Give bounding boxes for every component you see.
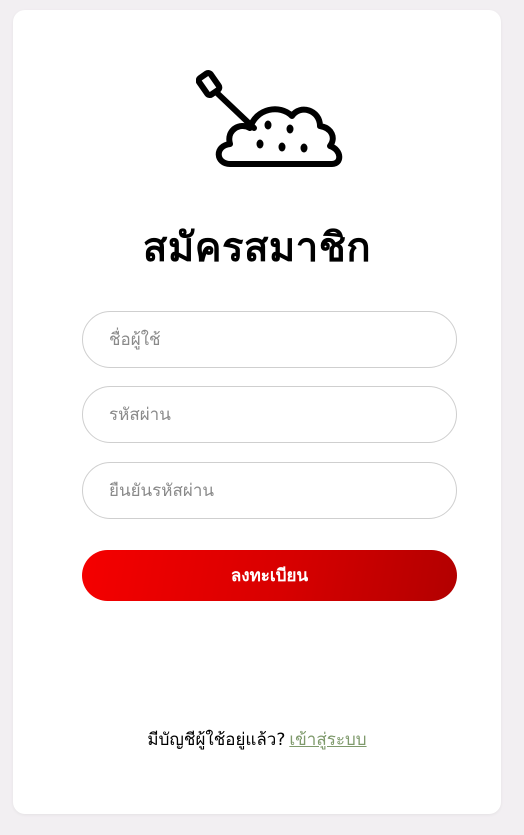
shovel-dirt-icon <box>196 69 343 167</box>
register-card: สมัครสมาชิก ลงทะเบียน มีบัญชีผู้ใช้อยู่แ… <box>13 10 501 814</box>
login-link[interactable]: เข้าสู่ระบบ <box>289 730 366 750</box>
login-prompt-text: มีบัญชีผู้ใช้อยู่แล้ว? <box>147 730 286 750</box>
page-title: สมัครสมาชิก <box>142 225 372 271</box>
confirm-password-field[interactable] <box>82 462 457 519</box>
username-field[interactable] <box>82 311 457 368</box>
login-prompt: มีบัญชีผู้ใช้อยู่แล้ว? เข้าสู่ระบบ <box>13 726 501 753</box>
register-button[interactable]: ลงทะเบียน <box>82 550 457 601</box>
password-field[interactable] <box>82 386 457 443</box>
